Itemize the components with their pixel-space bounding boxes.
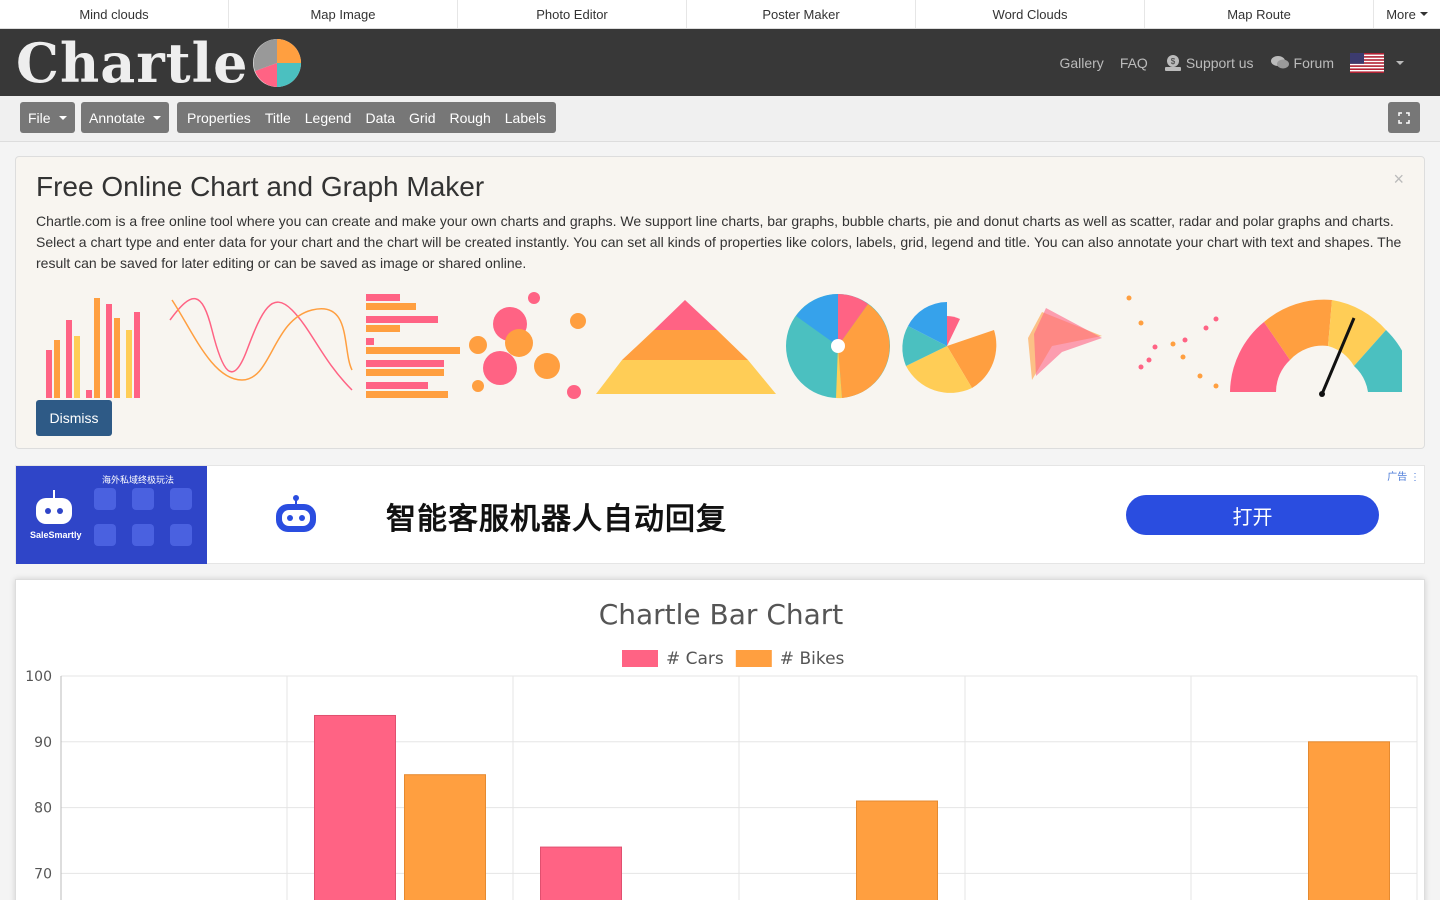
nav-map-image[interactable]: Map Image xyxy=(229,0,458,28)
nav-word-clouds[interactable]: Word Clouds xyxy=(916,0,1145,28)
ad-label[interactable]: 广告 ⋮ xyxy=(1387,468,1420,483)
gallery-link[interactable]: Gallery xyxy=(1059,55,1103,71)
caret-down-icon xyxy=(1419,12,1428,16)
nav-mind-clouds[interactable]: Mind clouds xyxy=(0,0,229,28)
file-menu-button[interactable]: File xyxy=(20,102,75,133)
nav-more[interactable]: More xyxy=(1374,0,1440,28)
header-links: Gallery FAQ $ Support us Forum xyxy=(1059,29,1404,96)
ad-image-heading: 海外私域终极玩法 xyxy=(102,475,175,485)
logo-text: Chartle xyxy=(16,31,249,95)
chart-canvas[interactable]: Chartle Bar Chart # Cars # Bikes 100 90 80 70 xyxy=(15,579,1425,900)
tab-grid[interactable]: Grid xyxy=(402,110,442,126)
pie-chart-thumbnail xyxy=(786,294,890,399)
annotate-menu-button[interactable]: Annotate xyxy=(81,102,170,133)
ad-banner[interactable]: 海外私域终极玩法 SaleSmartly 智能客服机器人自动回复 打开 广告 ⋮ xyxy=(15,465,1425,564)
bar-chart[interactable]: Chartle Bar Chart # Cars # Bikes 100 90 80 70 xyxy=(16,580,1426,900)
forum-label: Forum xyxy=(1293,54,1334,71)
tab-properties[interactable]: Properties xyxy=(180,110,258,126)
donate-icon: $ xyxy=(1164,54,1181,71)
comments-icon xyxy=(1270,55,1289,68)
tab-labels[interactable]: Labels xyxy=(498,110,553,126)
gauge-chart-thumbnail xyxy=(1230,299,1402,397)
line-chart-thumbnail xyxy=(169,298,353,391)
settings-tab-group: Properties Title Legend Data Grid Rough … xyxy=(177,102,557,133)
bubble-chart-thumbnail xyxy=(469,292,586,399)
language-selector[interactable] xyxy=(1350,52,1404,73)
fullscreen-button[interactable] xyxy=(1388,102,1420,133)
nav-map-route[interactable]: Map Route xyxy=(1145,0,1374,28)
intro-panel: Free Online Chart and Graph Maker × Char… xyxy=(15,156,1425,449)
chart-title: Chartle Bar Chart xyxy=(599,598,844,631)
robot-icon xyxy=(36,490,72,524)
file-label: File xyxy=(28,109,51,126)
polar-chart-thumbnail xyxy=(902,302,997,393)
faq-link[interactable]: FAQ xyxy=(1120,55,1148,71)
intro-text: Chartle.com is a free online tool where … xyxy=(36,213,1402,271)
nav-photo-editor[interactable]: Photo Editor xyxy=(458,0,687,28)
pie-logo-icon xyxy=(252,39,301,87)
nav-poster-maker[interactable]: Poster Maker xyxy=(687,0,916,28)
legend-swatch-0 xyxy=(622,650,658,667)
ad-image[interactable]: 海外私域终极玩法 SaleSmartly xyxy=(16,466,207,564)
chatbot-icon xyxy=(276,495,316,532)
legend-swatch-1 xyxy=(735,650,772,667)
ad-label-text: 广告 xyxy=(1387,472,1408,483)
legend-label-0: # Cars xyxy=(666,649,724,669)
annotate-label: Annotate xyxy=(89,109,146,126)
y-tick-label-0: 100 xyxy=(25,669,52,685)
pyramid-chart-thumbnail xyxy=(596,300,776,394)
chart-types-illustration xyxy=(46,292,1402,399)
expand-icon xyxy=(1398,111,1410,124)
tab-data[interactable]: Data xyxy=(358,110,402,126)
bar-chart-thumbnail xyxy=(46,298,140,398)
y-tick-label-1: 90 xyxy=(34,735,52,751)
ad-headline: 智能客服机器人自动回复 xyxy=(386,503,727,536)
tab-rough[interactable]: Rough xyxy=(443,110,498,126)
tab-title[interactable]: Title xyxy=(258,110,298,126)
editor-toolbar: File Annotate Properties Title Legend Da… xyxy=(0,96,1440,142)
feature-grid-icon xyxy=(94,488,192,546)
us-flag-icon xyxy=(1350,52,1384,73)
dismiss-button[interactable]: Dismiss xyxy=(36,400,112,436)
ad-open-button[interactable]: 打开 xyxy=(1126,495,1379,535)
intro-title: Free Online Chart and Graph Maker xyxy=(36,171,485,202)
close-icon[interactable]: × xyxy=(1393,169,1404,190)
horizontal-bar-thumbnail xyxy=(366,294,460,398)
caret-down-icon xyxy=(1396,60,1404,65)
bar-0-1 xyxy=(314,714,396,900)
forum-link[interactable]: Forum xyxy=(1270,55,1334,71)
bar-1-3 xyxy=(856,800,938,900)
caret-down-icon xyxy=(153,115,162,120)
radar-chart-thumbnail xyxy=(1028,308,1102,380)
top-nav: Mind clouds Map Image Photo Editor Poste… xyxy=(0,0,1440,29)
site-header: Chartle Gallery FAQ $ Support us Forum xyxy=(0,29,1440,96)
caret-down-icon xyxy=(58,115,67,120)
chartle-logo[interactable]: Chartle xyxy=(16,31,303,95)
tab-legend[interactable]: Legend xyxy=(298,110,359,126)
bar-1-1 xyxy=(404,774,486,900)
y-tick-label-3: 70 xyxy=(34,866,52,882)
support-label: Support us xyxy=(1185,54,1254,71)
support-link[interactable]: $ Support us xyxy=(1164,54,1254,72)
legend-label-1: # Bikes xyxy=(780,649,845,669)
nav-more-label: More xyxy=(1386,6,1416,22)
y-tick-label-2: 80 xyxy=(34,801,52,817)
bar-0-2 xyxy=(540,846,622,900)
bar-1-5 xyxy=(1308,741,1390,900)
svg-text:$: $ xyxy=(1171,57,1176,66)
ad-image-brand: SaleSmartly xyxy=(30,530,82,540)
scatter-chart-thumbnail xyxy=(1126,295,1219,389)
